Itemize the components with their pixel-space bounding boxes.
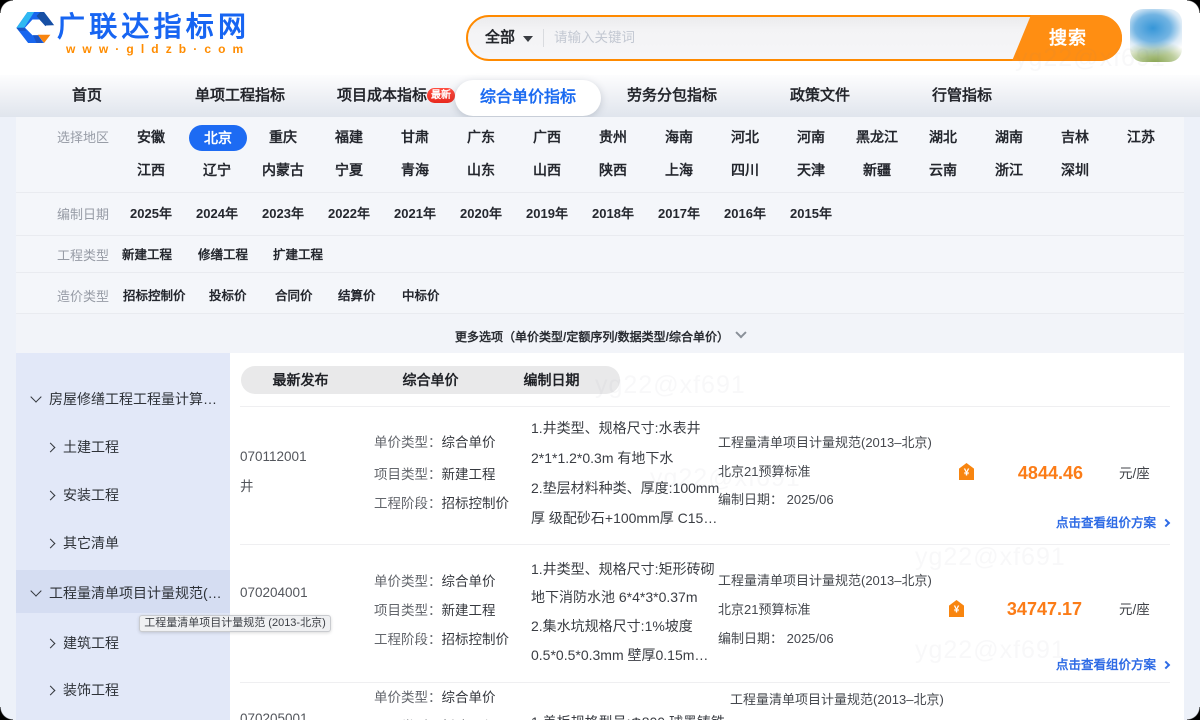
svg-text:¥: ¥ <box>954 605 960 616</box>
svg-text:¥: ¥ <box>964 468 970 479</box>
